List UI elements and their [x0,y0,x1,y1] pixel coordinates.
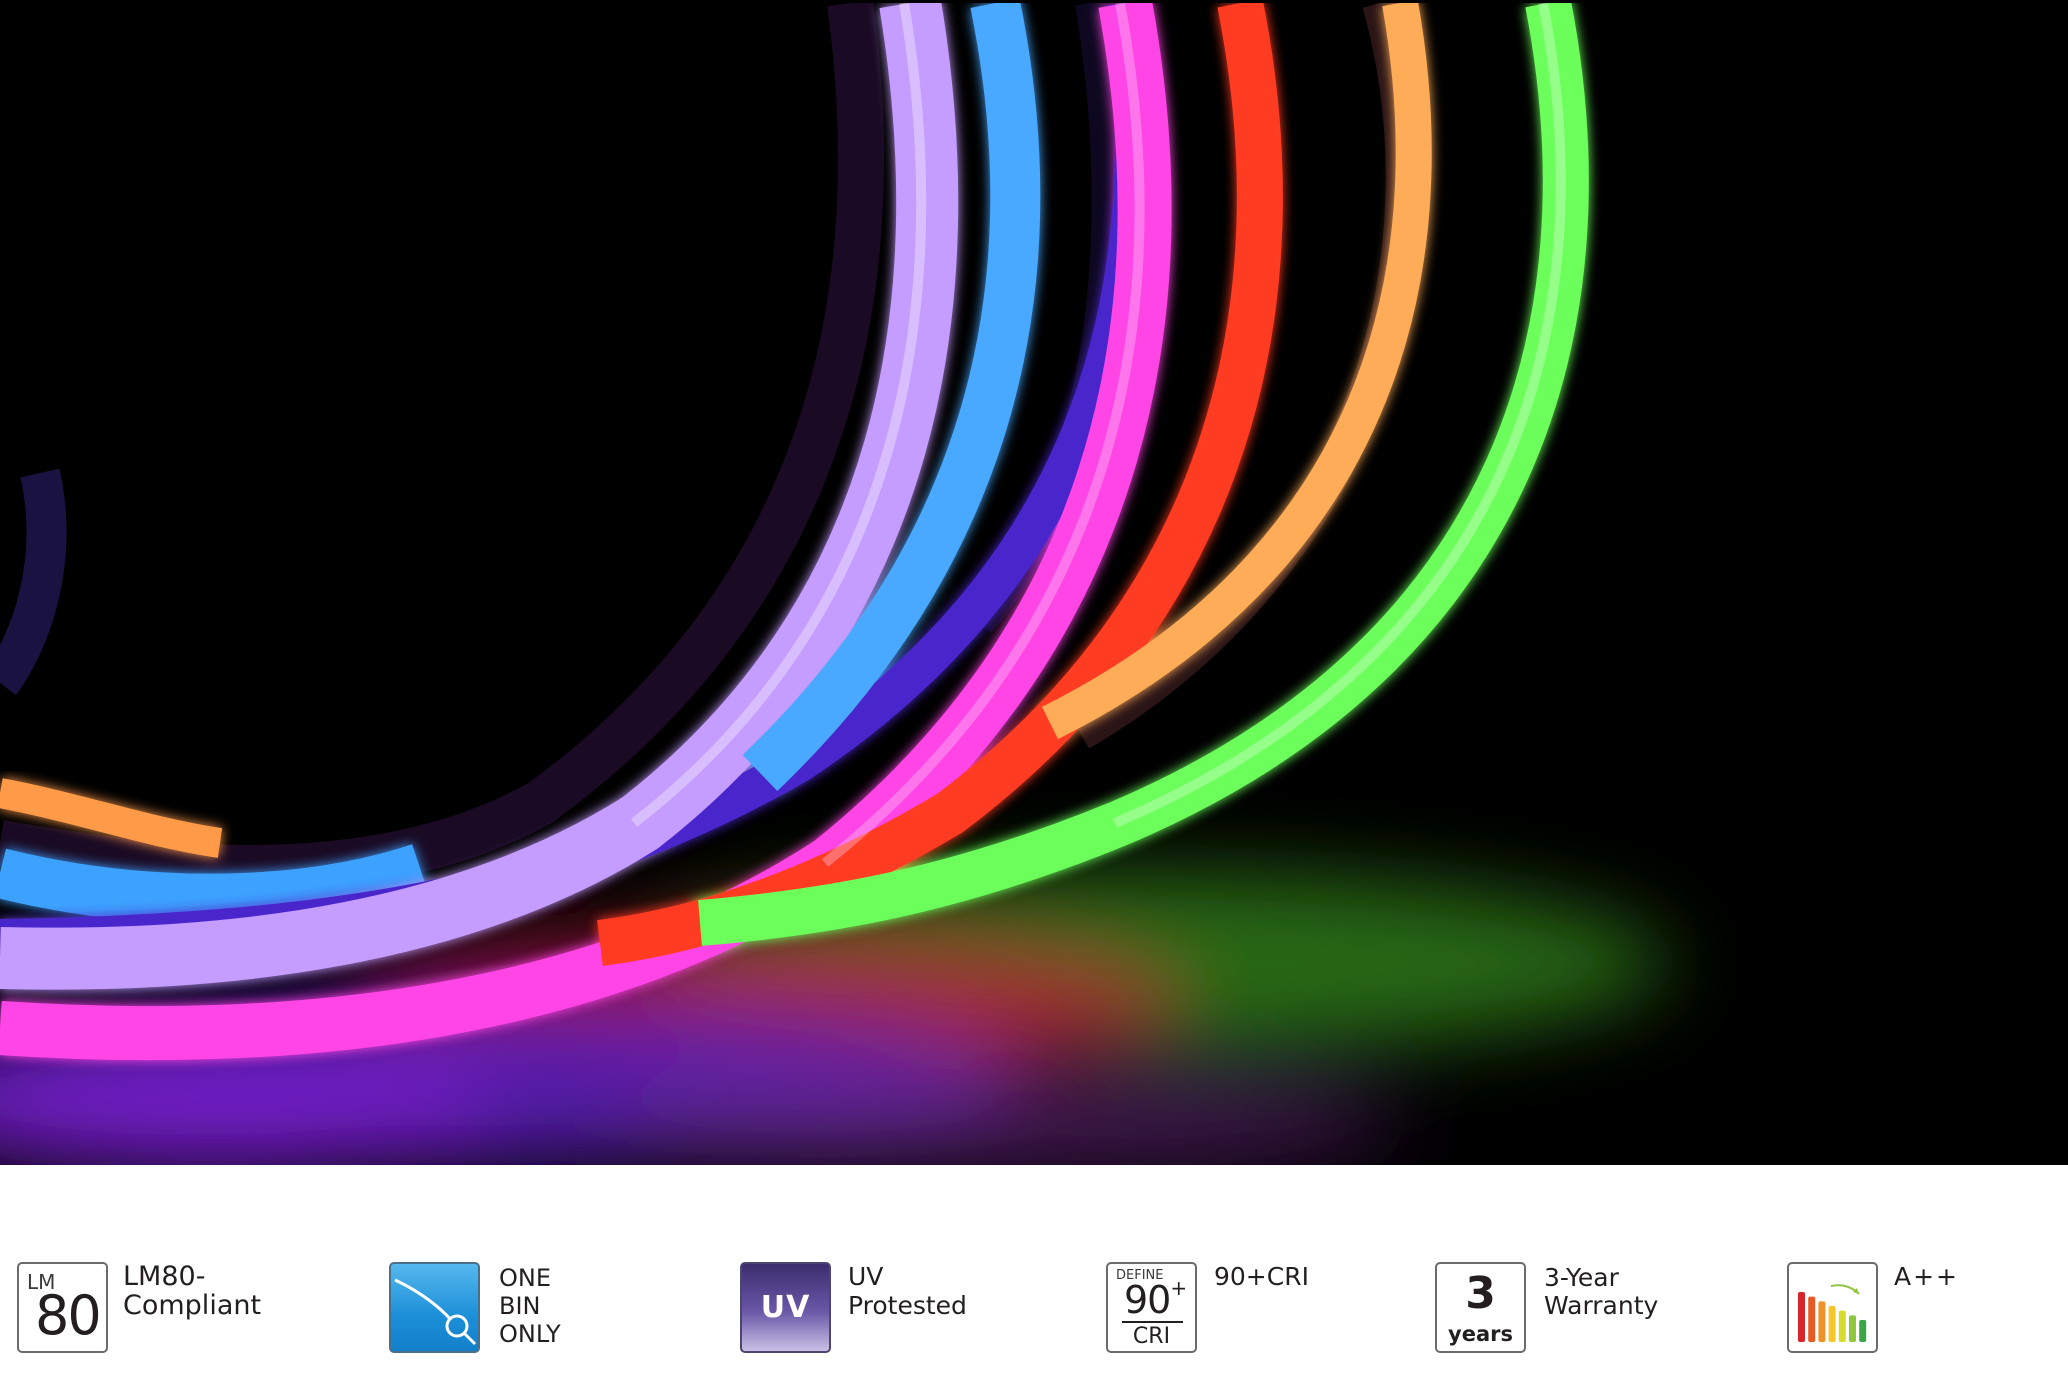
feature-row: LM 80 LM80- Compliant ONE BIN ONLY UV UV [0,1165,2068,1395]
feature-cri: DEFINE 90+ CRI 90+CRI [1106,1262,1326,1358]
warranty-label: 3-Year Warranty [1544,1264,1658,1320]
warranty-label-line-1: 3-Year [1544,1263,1619,1292]
one-bin-icon [389,1262,480,1353]
one-bin-label-line-2: BIN [499,1292,541,1320]
uv-label-line-1: UV [848,1262,884,1291]
one-bin-label-line-3: ONLY [499,1320,561,1348]
cri-icon: DEFINE 90+ CRI [1106,1262,1197,1353]
feature-lm80: LM 80 LM80- Compliant [17,1262,277,1358]
uv-badge-text: UV [760,1290,811,1325]
neon-strip-photo [0,0,2068,1168]
one-bin-curve-icon [394,1278,477,1346]
one-bin-label-line-1: ONE [499,1264,552,1292]
lm80-label: LM80- Compliant [123,1262,261,1320]
energy-bar [1859,1320,1867,1342]
warranty-label-line-2: Warranty [1544,1291,1659,1320]
energy-bar [1849,1315,1856,1342]
feature-energy: A++ [1787,1262,1987,1358]
cri-badge-number-value: 90 [1124,1278,1171,1322]
lm80-badge-number: 80 [35,1284,102,1347]
energy-label-line-1: A++ [1894,1262,1959,1291]
cri-badge-plus: + [1170,1276,1187,1300]
feature-uv: UV UV Protested [740,1262,980,1358]
lm80-icon: LM 80 [17,1262,108,1353]
cri-badge-number: 90+ [1124,1276,1187,1322]
energy-bars-icon [1798,1284,1867,1342]
neon-strip-illustration [0,3,2068,1168]
warranty-icon: 3 years [1435,1262,1526,1353]
energy-bars [1798,1292,1867,1342]
lm80-label-line-1: LM80- [123,1261,206,1292]
cri-badge-divider [1122,1321,1183,1323]
energy-bar [1838,1310,1846,1342]
cri-badge-cri: CRI [1132,1324,1171,1349]
warranty-badge-number: 3 [1465,1268,1496,1319]
uv-label: UV Protested [848,1262,967,1320]
feature-warranty: 3 years 3-Year Warranty [1435,1262,1675,1358]
energy-label: A++ [1894,1262,1959,1291]
feature-one-bin: ONE BIN ONLY [389,1262,589,1358]
cri-label: 90+CRI [1214,1262,1309,1291]
lm80-label-line-2: Compliant [123,1290,262,1321]
one-bin-label: ONE BIN ONLY [499,1264,561,1348]
uv-label-line-2: Protested [848,1291,967,1320]
cri-label-line-1: 90+CRI [1214,1262,1309,1291]
uv-icon: UV [740,1262,831,1353]
energy-rating-icon [1787,1262,1878,1353]
energy-bar [1808,1296,1816,1342]
energy-bar [1798,1292,1805,1342]
energy-bar [1818,1301,1826,1342]
warranty-badge-years: years [1448,1322,1513,1346]
energy-bar [1828,1306,1836,1342]
